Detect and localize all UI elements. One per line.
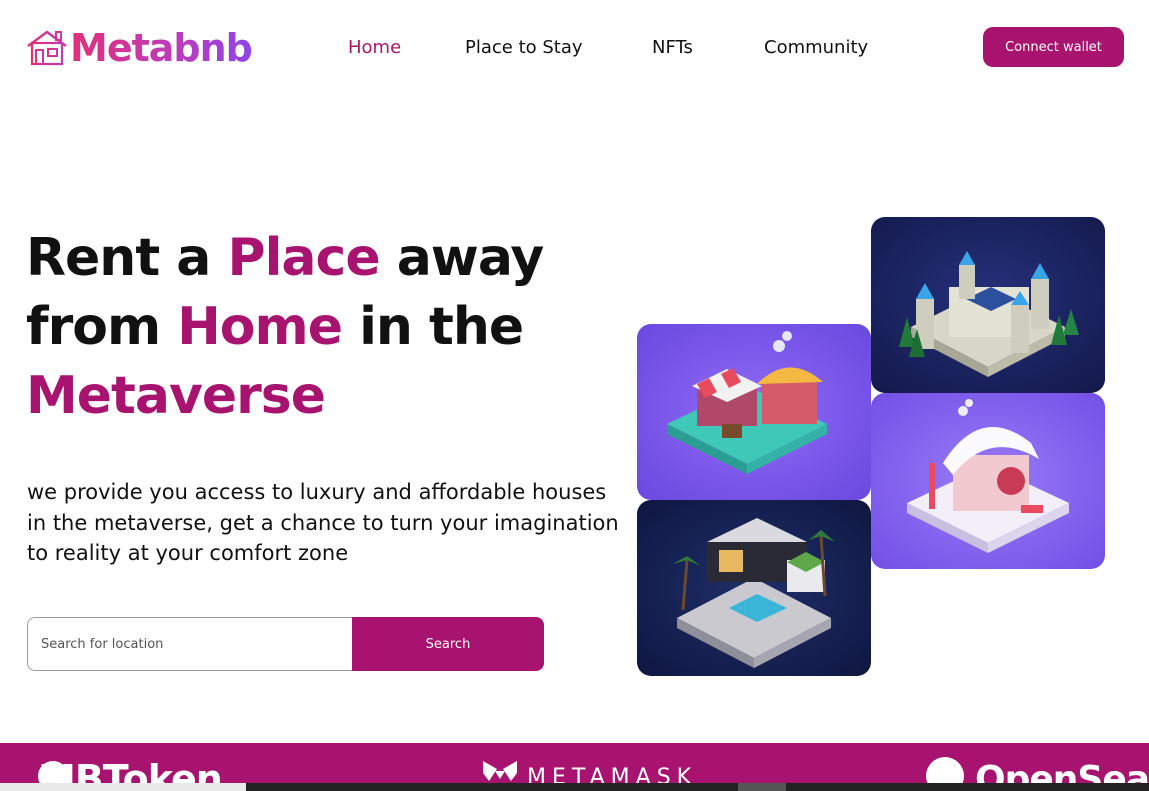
search-input[interactable] [27,617,352,671]
modern-villa-image [637,500,871,676]
hero-title-highlight-home: Home [177,297,343,357]
navbar: Metabnb Home Place to Stay NFTs Communit… [0,0,1149,95]
bottom-strip-segment [738,783,786,791]
snow-cottage-image [871,393,1105,569]
logo[interactable]: Metabnb [26,26,253,70]
search-button[interactable]: Search [352,617,544,671]
nav-link-place-to-stay[interactable]: Place to Stay [465,37,583,58]
bottom-strip-segment [0,783,246,791]
hero-title-part: in the [341,297,524,357]
bottom-strip [0,783,1149,791]
connect-wallet-button[interactable]: Connect wallet [983,27,1124,67]
hero-description: we provide you access to luxury and affo… [27,480,619,565]
hero-title-highlight-place: Place [227,228,380,288]
hero-title-part: Rent a [26,228,228,288]
castle-image [871,217,1105,393]
house-icon [27,30,67,66]
nav-link-nfts[interactable]: NFTs [652,37,693,58]
market-stall-image [637,324,871,500]
nav-link-home[interactable]: Home [348,37,401,58]
metamask-fox-icon [483,761,517,781]
search-bar: Search [27,617,544,671]
hero-title-highlight-metaverse: Metaverse [26,366,326,426]
nav-link-community[interactable]: Community [764,37,868,58]
logo-text: Metabnb [70,26,253,70]
hero-title: Rent a Place away from Home in the Metav… [26,224,626,431]
